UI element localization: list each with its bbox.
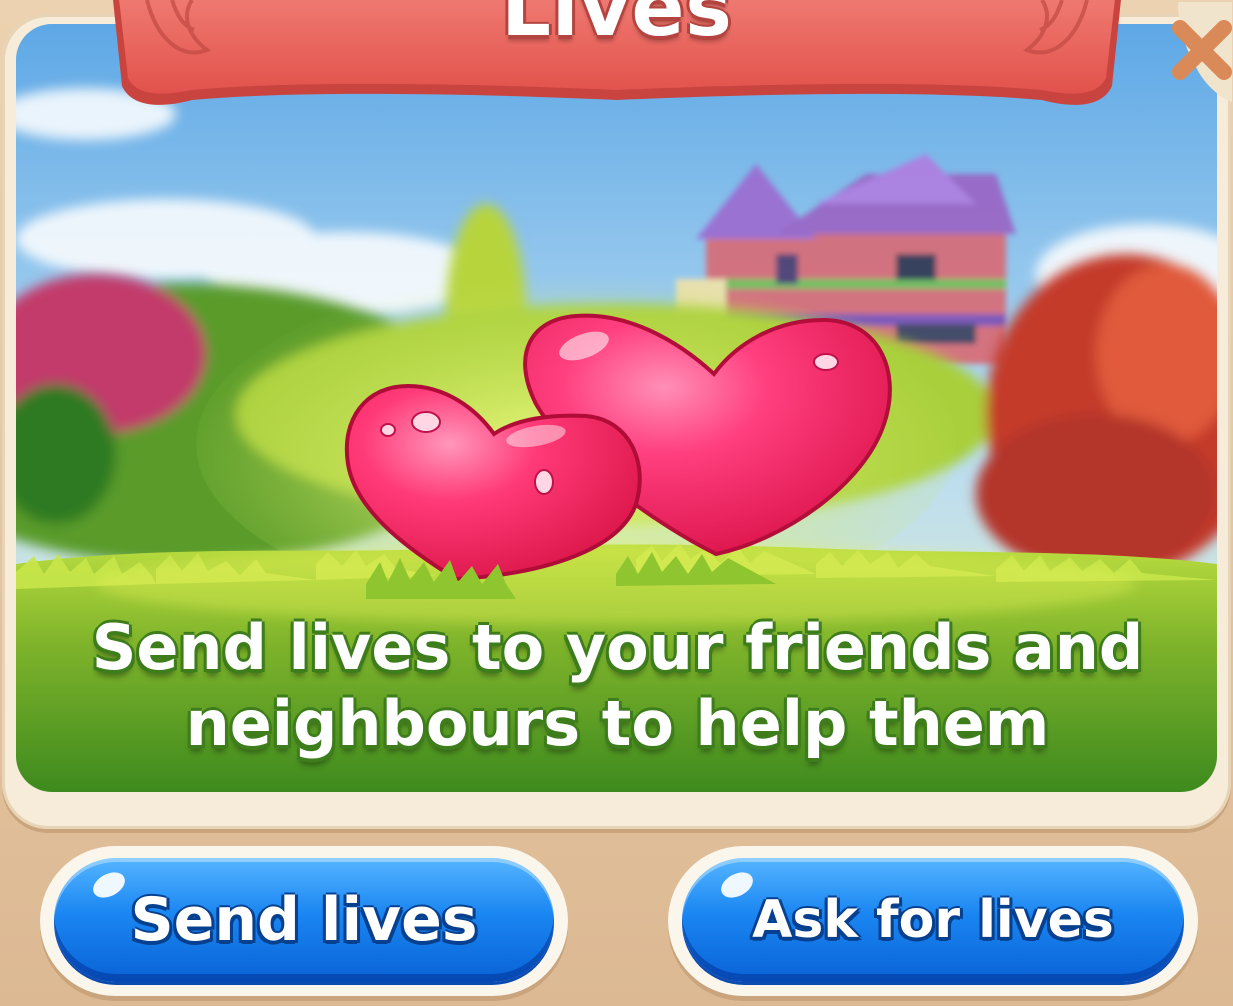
ask-for-lives-button-face[interactable]: Ask for lives	[682, 858, 1184, 982]
dialog-title: Lives	[501, 0, 733, 54]
send-lives-button-face[interactable]: Send lives	[54, 858, 554, 982]
ask-for-lives-button[interactable]: Ask for lives	[668, 846, 1198, 996]
dialog-message: Send lives to your friends and neighbour…	[91, 611, 1144, 760]
ask-for-lives-label: Ask for lives	[752, 890, 1114, 950]
title-banner: Lives	[112, 0, 1122, 140]
send-lives-label: Send lives	[130, 885, 478, 955]
lives-dialog: Lives Send lives to your friends and nei…	[0, 0, 1233, 1006]
close-button[interactable]	[1148, 2, 1232, 102]
send-lives-button[interactable]: Send lives	[40, 846, 568, 996]
close-x-icon	[1172, 2, 1232, 102]
